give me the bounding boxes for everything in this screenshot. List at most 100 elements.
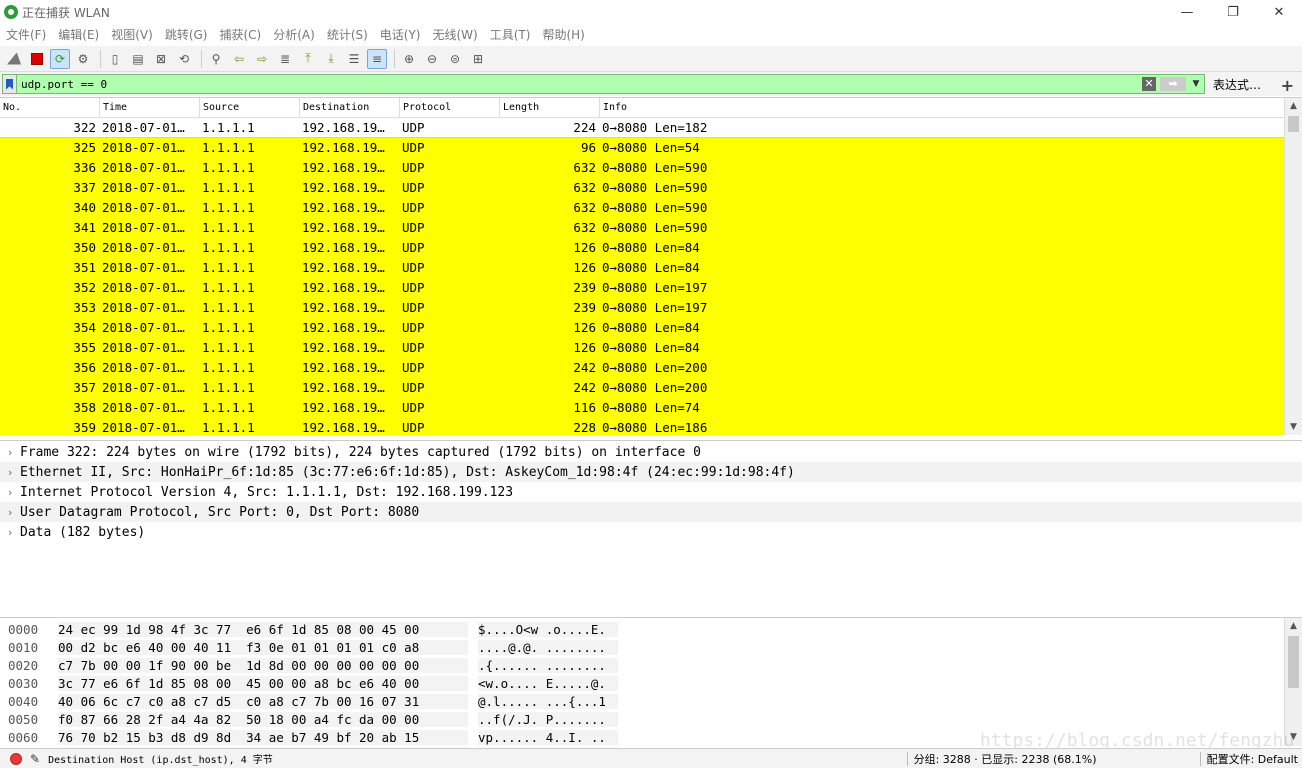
start-capture-button[interactable] — [4, 49, 24, 69]
detail-row-data[interactable]: › Data (182 bytes) — [0, 522, 1302, 542]
menu-telephony[interactable]: 电话(Y) — [374, 24, 427, 46]
display-filter-input[interactable] — [17, 75, 1142, 93]
column-header-time[interactable]: Time — [100, 98, 200, 118]
packet-row[interactable]: 357 2018-07-01… 1.1.1.1 192.168.19… UDP 242 0→… — [0, 378, 1284, 398]
chevron-right-icon[interactable]: › — [0, 526, 20, 539]
apply-filter-arrow-icon[interactable]: ➡ — [1160, 77, 1186, 91]
zoom-in-button[interactable]: ⊕ — [399, 49, 419, 69]
column-header-length[interactable]: Length — [500, 98, 600, 118]
expression-button[interactable]: 表达式… — [1213, 76, 1261, 93]
detail-row-ethernet[interactable]: › Ethernet II, Src: HonHaiPr_6f:1d:85 (3… — [0, 462, 1302, 482]
detail-row-frame[interactable]: › Frame 322: 224 bytes on wire (1792 bit… — [0, 442, 1302, 462]
packet-row[interactable]: 353 2018-07-01… 1.1.1.1 192.168.19… UDP 239 0→… — [0, 298, 1284, 318]
column-header-no[interactable]: No. — [0, 98, 100, 118]
hex-ascii: $....O<w .o....E. — [478, 621, 618, 637]
menu-edit[interactable]: 编辑(E) — [52, 24, 105, 46]
scroll-down-icon[interactable]: ▼ — [1285, 419, 1302, 435]
status-field-info: Destination Host (ip.dst_host), 4 字节 — [48, 755, 273, 766]
edit-comment-icon[interactable]: ✎ — [30, 752, 40, 766]
packet-list-scrollbar[interactable]: ▲ ▼ — [1284, 98, 1302, 435]
menu-statistics[interactable]: 统计(S) — [321, 24, 374, 46]
menu-tools[interactable]: 工具(T) — [484, 24, 537, 46]
detail-row-ip[interactable]: › Internet Protocol Version 4, Src: 1.1.… — [0, 482, 1302, 502]
detail-row-udp[interactable]: › User Datagram Protocol, Src Port: 0, D… — [0, 502, 1302, 522]
packet-row[interactable]: 356 2018-07-01… 1.1.1.1 192.168.19… UDP 242 0→… — [0, 358, 1284, 378]
hex-row[interactable]: 0040 40 06 6c c7 c0 a8 c7 d5 c0 a8 c7 7b … — [0, 692, 1302, 710]
chevron-right-icon[interactable]: › — [0, 506, 20, 519]
menu-wireless[interactable]: 无线(W) — [427, 24, 484, 46]
last-packet-button[interactable]: ⤓ — [321, 49, 341, 69]
status-separator — [1199, 752, 1201, 766]
packet-row[interactable]: 352 2018-07-01… 1.1.1.1 192.168.19… UDP 239 0→… — [0, 278, 1284, 298]
packet-row[interactable]: 358 2018-07-01… 1.1.1.1 192.168.19… UDP 116 0→… — [0, 398, 1284, 418]
chevron-down-icon[interactable]: ▼ — [1190, 79, 1202, 89]
packet-row[interactable]: 337 2018-07-01… 1.1.1.1 192.168.19… UDP 632 0→… — [0, 178, 1284, 198]
packet-row[interactable]: 355 2018-07-01… 1.1.1.1 192.168.19… UDP 126 0→… — [0, 338, 1284, 358]
chevron-right-icon[interactable]: › — [0, 466, 20, 479]
packet-row[interactable]: 322 2018-07-01… 1.1.1.1 192.168.19… UDP 224 0→… — [0, 118, 1284, 138]
hex-row[interactable]: 0000 24 ec 99 1d 98 4f 3c 77 e6 6f 1d 85 … — [0, 620, 1302, 638]
scroll-thumb[interactable] — [1288, 636, 1299, 688]
colorize-button[interactable]: ≡ — [367, 48, 387, 69]
scroll-up-icon[interactable]: ▲ — [1285, 98, 1302, 115]
close-file-button[interactable]: ⊠ — [151, 49, 171, 69]
hex-bytes: 00 d2 bc e6 40 00 40 11 f3 0e 01 01 01 0… — [58, 639, 468, 655]
toolbar-separator — [394, 49, 395, 68]
chevron-right-icon[interactable]: › — [0, 446, 20, 459]
column-header-source[interactable]: Source — [200, 98, 300, 118]
capture-options-button[interactable]: ⚙ — [73, 49, 93, 69]
menu-analyze[interactable]: 分析(A) — [267, 24, 321, 46]
restart-capture-button[interactable]: ⟳ — [50, 48, 70, 69]
packet-row[interactable]: 350 2018-07-01… 1.1.1.1 192.168.19… UDP 126 0→… — [0, 238, 1284, 258]
column-header-protocol[interactable]: Protocol — [400, 98, 500, 118]
scroll-thumb[interactable] — [1288, 116, 1299, 132]
packet-cell-dst: 192.168.19… — [302, 300, 385, 315]
hex-row[interactable]: 0020 c7 7b 00 00 1f 90 00 be 1d 8d 00 00 … — [0, 656, 1302, 674]
maximize-button[interactable]: ❐ — [1210, 0, 1256, 24]
menu-file[interactable]: 文件(F) — [0, 24, 52, 46]
menu-view[interactable]: 视图(V) — [105, 24, 159, 46]
menu-help[interactable]: 帮助(H) — [536, 24, 590, 46]
packet-cell-dst: 192.168.19… — [302, 220, 385, 235]
bytes-scrollbar[interactable]: ▲ ▼ — [1284, 618, 1302, 746]
add-filter-button[interactable]: + — [1281, 76, 1294, 95]
detail-text: Ethernet II, Src: HonHaiPr_6f:1d:85 (3c:… — [20, 464, 795, 480]
go-to-packet-button[interactable]: ≣ — [275, 49, 295, 69]
status-profile[interactable]: 配置文件: Default — [1207, 751, 1298, 767]
packet-row[interactable]: 340 2018-07-01… 1.1.1.1 192.168.19… UDP 632 0→… — [0, 198, 1284, 218]
save-file-button[interactable]: ▤ — [128, 49, 148, 69]
normal-size-button[interactable]: ⊜ — [445, 49, 465, 69]
packet-row[interactable]: 336 2018-07-01… 1.1.1.1 192.168.19… UDP 632 0→… — [0, 158, 1284, 178]
go-forward-button[interactable]: ⇨ — [252, 49, 272, 69]
bookmark-icon[interactable] — [3, 75, 17, 93]
packet-row[interactable]: 351 2018-07-01… 1.1.1.1 192.168.19… UDP 126 0→… — [0, 258, 1284, 278]
menu-go[interactable]: 跳转(G) — [159, 24, 214, 46]
column-header-info[interactable]: Info — [600, 98, 1284, 118]
open-file-button[interactable]: ▯ — [105, 49, 125, 69]
packet-row[interactable]: 354 2018-07-01… 1.1.1.1 192.168.19… UDP 126 0→… — [0, 318, 1284, 338]
find-packet-button[interactable]: ⚲ — [206, 49, 226, 69]
packet-cell-no: 359 — [73, 420, 96, 435]
minimize-button[interactable]: — — [1164, 0, 1210, 24]
go-back-button[interactable]: ⇦ — [229, 49, 249, 69]
first-packet-button[interactable]: ⤒ — [298, 49, 318, 69]
menu-capture[interactable]: 捕获(C) — [213, 24, 267, 46]
autoscroll-button[interactable]: ☰ — [344, 49, 364, 69]
packet-row[interactable]: 359 2018-07-01… 1.1.1.1 192.168.19… UDP 228 0→… — [0, 418, 1284, 435]
packet-cell-proto: UDP — [402, 120, 425, 135]
hex-row[interactable]: 0010 00 d2 bc e6 40 00 40 11 f3 0e 01 01 … — [0, 638, 1302, 656]
column-header-destination[interactable]: Destination — [300, 98, 400, 118]
hex-row[interactable]: 0050 f0 87 66 28 2f a4 4a 82 50 18 00 a4 … — [0, 710, 1302, 728]
stop-capture-button[interactable] — [27, 49, 47, 69]
clear-filter-icon[interactable]: ✕ — [1142, 77, 1156, 91]
close-button[interactable]: ✕ — [1256, 0, 1302, 24]
zoom-out-button[interactable]: ⊖ — [422, 49, 442, 69]
chevron-right-icon[interactable]: › — [0, 486, 20, 499]
reload-file-button[interactable]: ⟲ — [174, 49, 194, 69]
capture-status-icon[interactable] — [10, 752, 22, 765]
scroll-up-icon[interactable]: ▲ — [1285, 618, 1302, 635]
hex-row[interactable]: 0030 3c 77 e6 6f 1d 85 08 00 45 00 00 a8 … — [0, 674, 1302, 692]
packet-row[interactable]: 325 2018-07-01… 1.1.1.1 192.168.19… UDP 96 0→8… — [0, 138, 1284, 158]
resize-columns-button[interactable]: ⊞ — [468, 49, 488, 69]
packet-row[interactable]: 341 2018-07-01… 1.1.1.1 192.168.19… UDP 632 0→… — [0, 218, 1284, 238]
